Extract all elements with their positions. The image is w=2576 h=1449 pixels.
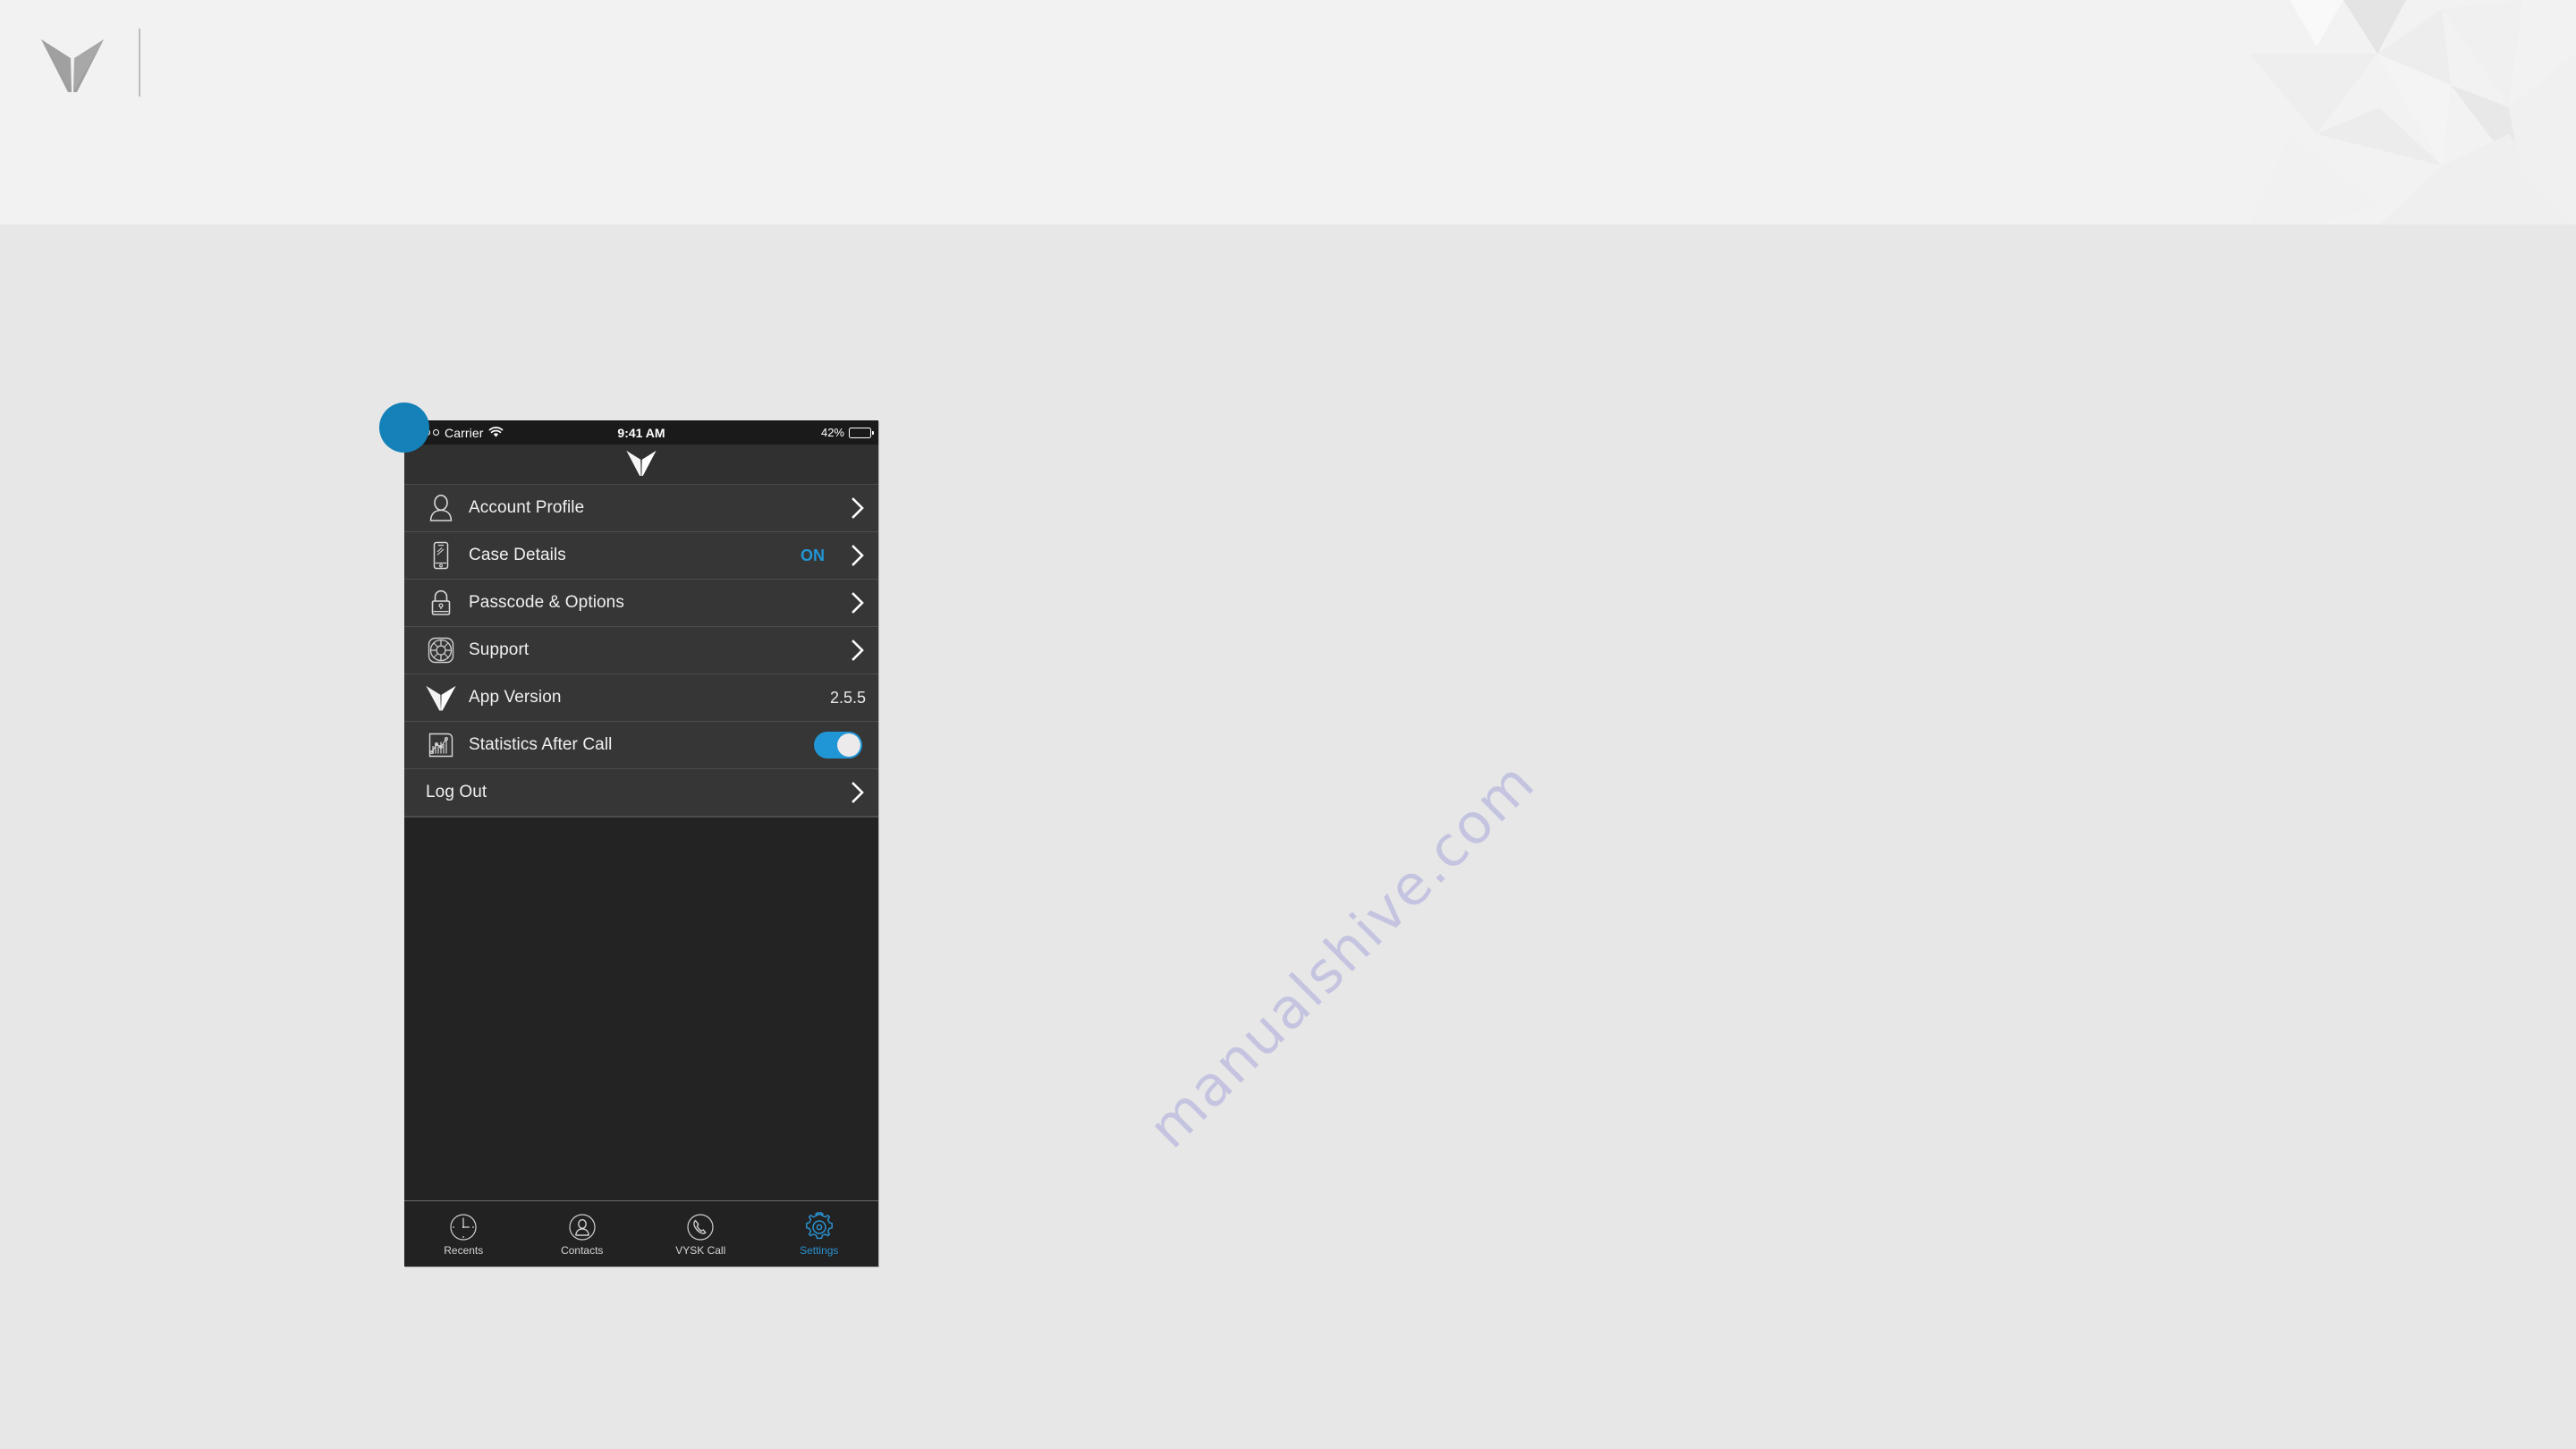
page-header: [0, 0, 2576, 225]
app-nav-bar: [404, 445, 878, 485]
settings-row-log-out[interactable]: Log Out: [404, 769, 878, 817]
tab-recents[interactable]: Recents: [404, 1212, 523, 1257]
header-divider: [139, 29, 140, 97]
person-outline-icon: [424, 491, 458, 525]
page-body: manualshive.com: [0, 225, 2576, 1449]
settings-row-label: Case Details: [469, 546, 566, 564]
app-version-value: 2.5.5: [829, 688, 866, 707]
settings-row-account-profile[interactable]: Account Profile: [404, 485, 878, 532]
settings-row-label: Statistics After Call: [469, 735, 613, 754]
settings-row-support[interactable]: Support: [404, 627, 878, 674]
toggle-knob: [837, 733, 860, 757]
settings-row-label: Passcode & Options: [469, 593, 624, 612]
settings-row-label: Support: [469, 640, 530, 659]
tab-label: Settings: [800, 1243, 839, 1257]
bar-chart-icon: [424, 728, 458, 762]
watermark-text: manualshive.com: [1135, 749, 1548, 1161]
empty-content-area: [404, 817, 878, 1200]
settings-row-statistics-after-call[interactable]: Statistics After Call: [404, 722, 878, 769]
settings-row-case-details[interactable]: Case Details ON: [404, 532, 878, 580]
gear-icon: [804, 1211, 835, 1242]
case-details-status-badge: ON: [801, 546, 825, 564]
settings-row-label: Log Out: [426, 783, 487, 801]
nav-vysk-logo-icon: [626, 448, 657, 481]
watermark: manualshive.com: [1055, 663, 1628, 1235]
status-bar: Carrier 9:41 AM 42%: [404, 420, 878, 445]
brand-logo: [40, 33, 105, 93]
phone-screenshot: Carrier 9:41 AM 42% Account Profile Case…: [404, 420, 878, 1267]
tab-label: Contacts: [561, 1243, 604, 1257]
settings-row-label: Account Profile: [469, 498, 585, 517]
tab-label: VYSK Call: [675, 1243, 726, 1257]
callout-dot: [379, 402, 429, 453]
vysk-chevron-logo: [424, 681, 458, 715]
settings-row-passcode-options[interactable]: Passcode & Options: [404, 580, 878, 627]
settings-row-label: App Version: [469, 688, 562, 707]
statistics-after-call-toggle[interactable]: [814, 732, 862, 758]
tab-vysk-call[interactable]: VYSK Call: [641, 1212, 760, 1257]
settings-row-app-version: App Version 2.5.5: [404, 674, 878, 722]
padlock-icon: [424, 586, 458, 620]
tab-label: Recents: [444, 1243, 484, 1257]
clock-icon: [448, 1212, 479, 1242]
chevron-right-icon: [843, 782, 873, 803]
chevron-right-icon: [843, 592, 873, 614]
header-polygon-decoration: [2021, 0, 2576, 225]
contacts-person-icon: [567, 1212, 597, 1242]
phone-case-icon: [424, 538, 458, 572]
battery-percent-label: 42%: [820, 426, 844, 439]
battery-icon: [849, 427, 874, 438]
bottom-tab-bar: Recents Contacts VYSK Call Settings: [404, 1200, 878, 1267]
life-ring-support-icon: [424, 633, 458, 667]
chevron-right-icon: [843, 640, 873, 661]
tab-contacts[interactable]: Contacts: [523, 1212, 642, 1257]
status-bar-time: 9:41 AM: [617, 425, 665, 440]
chevron-right-icon: [843, 545, 873, 566]
tab-settings[interactable]: Settings: [760, 1211, 879, 1257]
chevron-right-icon: [843, 497, 873, 519]
settings-list: Account Profile Case Details ON Passcode…: [404, 485, 878, 817]
status-bar-right: 42%: [820, 426, 874, 439]
phone-handset-icon: [685, 1212, 716, 1242]
